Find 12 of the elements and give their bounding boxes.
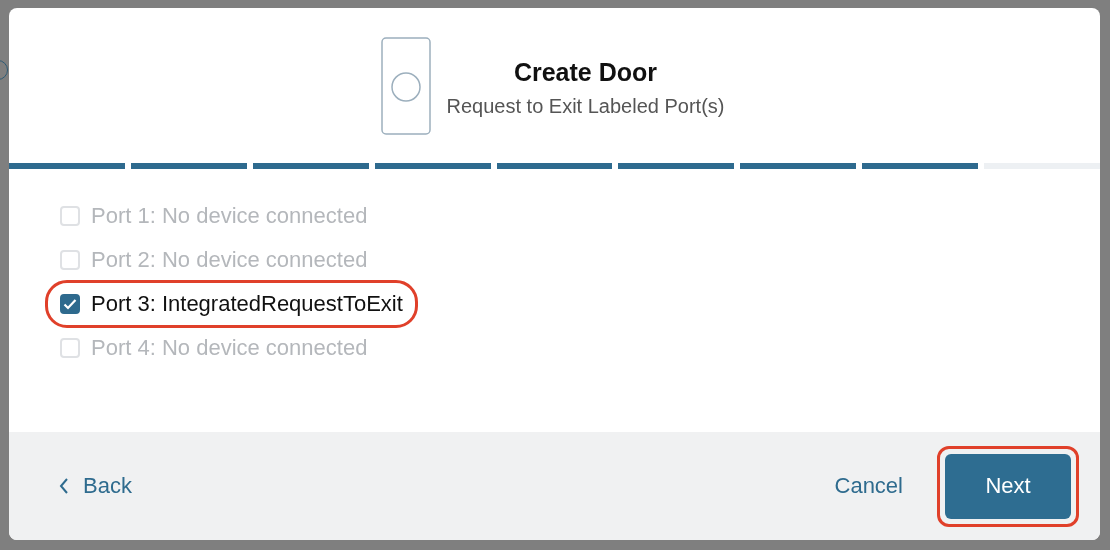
dialog-title: Create Door	[513, 57, 658, 87]
next-button[interactable]: Next	[945, 453, 1071, 519]
highlighted-port-option[interactable]: Port 3: IntegratedRequestToExit	[45, 280, 418, 328]
chevron-left-icon	[59, 478, 69, 494]
port-option: Port 2: No device connected	[45, 238, 383, 282]
dialog-subtitle: Request to Exit Labeled Port(s)	[446, 94, 725, 118]
door-sensor-icon	[380, 36, 431, 135]
port-option: Port 1: No device connected	[45, 194, 383, 238]
back-button[interactable]: Back	[59, 473, 132, 499]
checkbox[interactable]	[60, 294, 80, 314]
cancel-button[interactable]: Cancel	[834, 473, 903, 499]
port-option: Port 4: No device connected	[45, 326, 383, 370]
